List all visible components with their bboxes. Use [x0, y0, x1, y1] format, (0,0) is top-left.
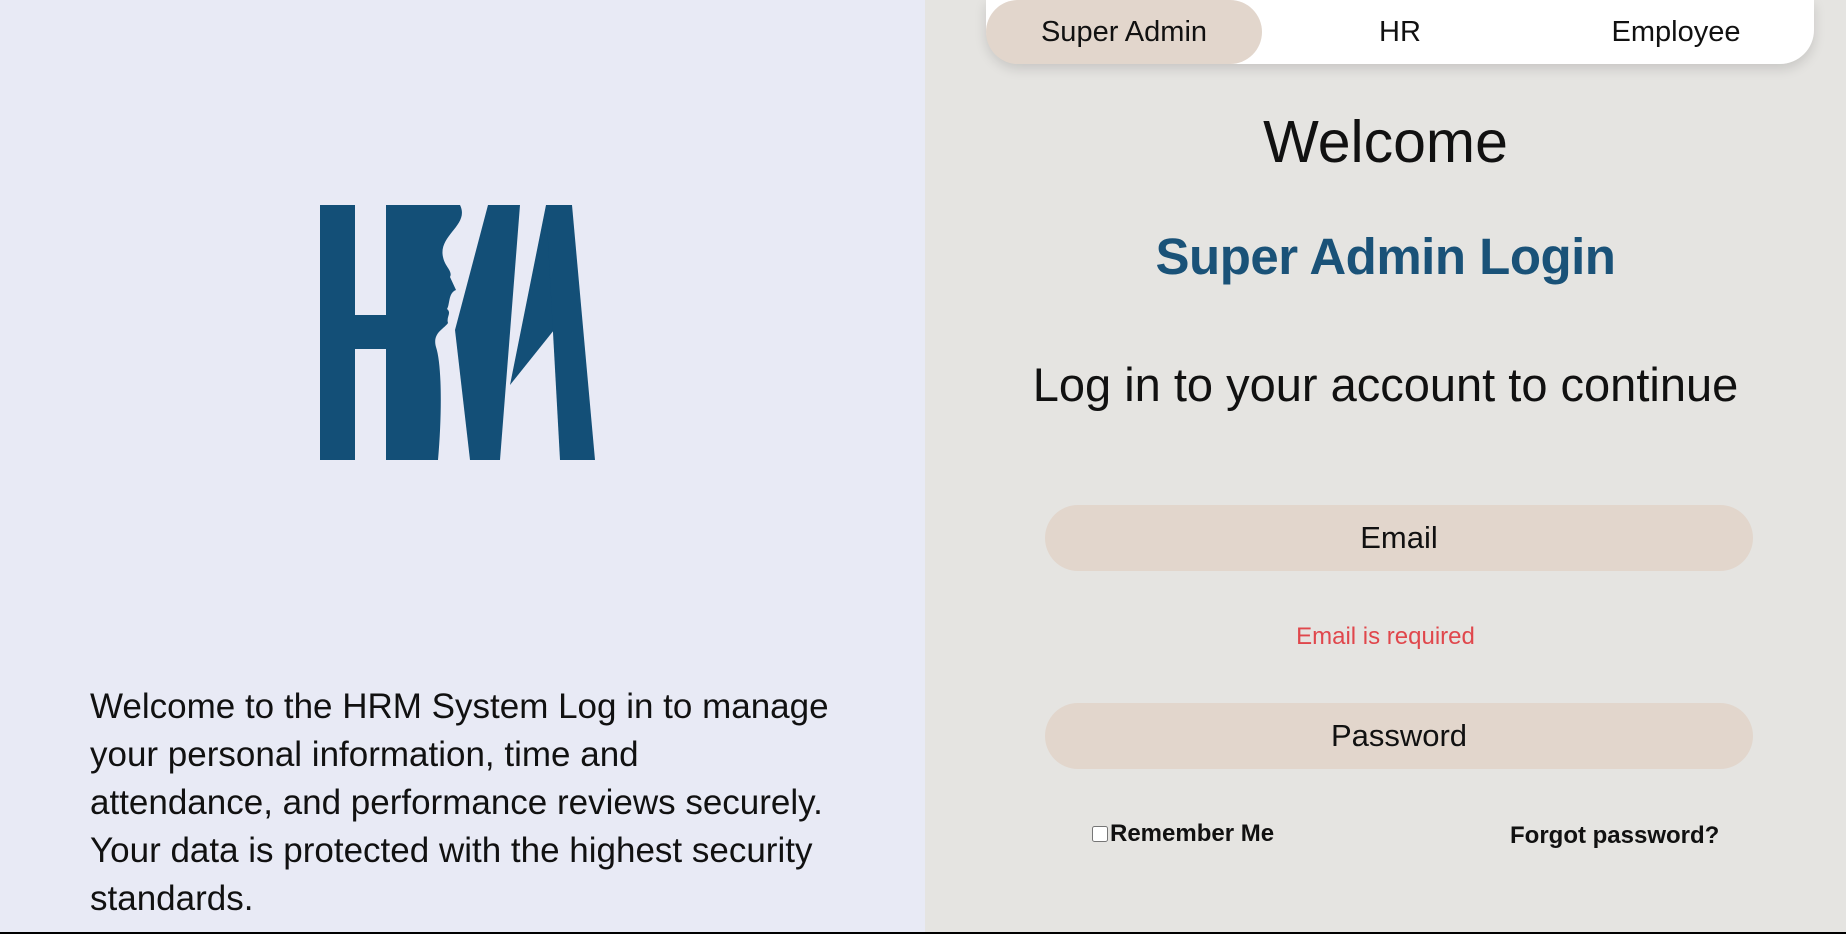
forgot-password-link[interactable]: Forgot password?: [1510, 822, 1719, 850]
remember-me-label: Remember Me: [1110, 820, 1275, 847]
tab-hr[interactable]: HR: [1262, 0, 1538, 64]
remember-me[interactable]: Remember Me: [1092, 820, 1274, 848]
branding-panel: Welcome to the HRM System Log in to mana…: [0, 0, 925, 932]
tab-super-admin[interactable]: Super Admin: [986, 0, 1262, 64]
hrm-logo: [320, 205, 595, 460]
welcome-heading: Welcome: [1263, 109, 1508, 175]
login-panel: Super Admin HR Employee Welcome Super Ad…: [925, 0, 1846, 932]
login-title: Super Admin Login: [1155, 228, 1616, 285]
tab-employee[interactable]: Employee: [1538, 0, 1814, 64]
password-field[interactable]: [1045, 703, 1753, 769]
login-subtitle: Log in to your account to continue: [1032, 358, 1739, 411]
intro-text: Welcome to the HRM System Log in to mana…: [90, 687, 829, 918]
email-field[interactable]: [1045, 505, 1753, 571]
role-tabs: Super Admin HR Employee: [986, 0, 1814, 64]
email-error-message: Email is required: [1296, 623, 1475, 650]
remember-me-checkbox[interactable]: [1092, 826, 1108, 842]
